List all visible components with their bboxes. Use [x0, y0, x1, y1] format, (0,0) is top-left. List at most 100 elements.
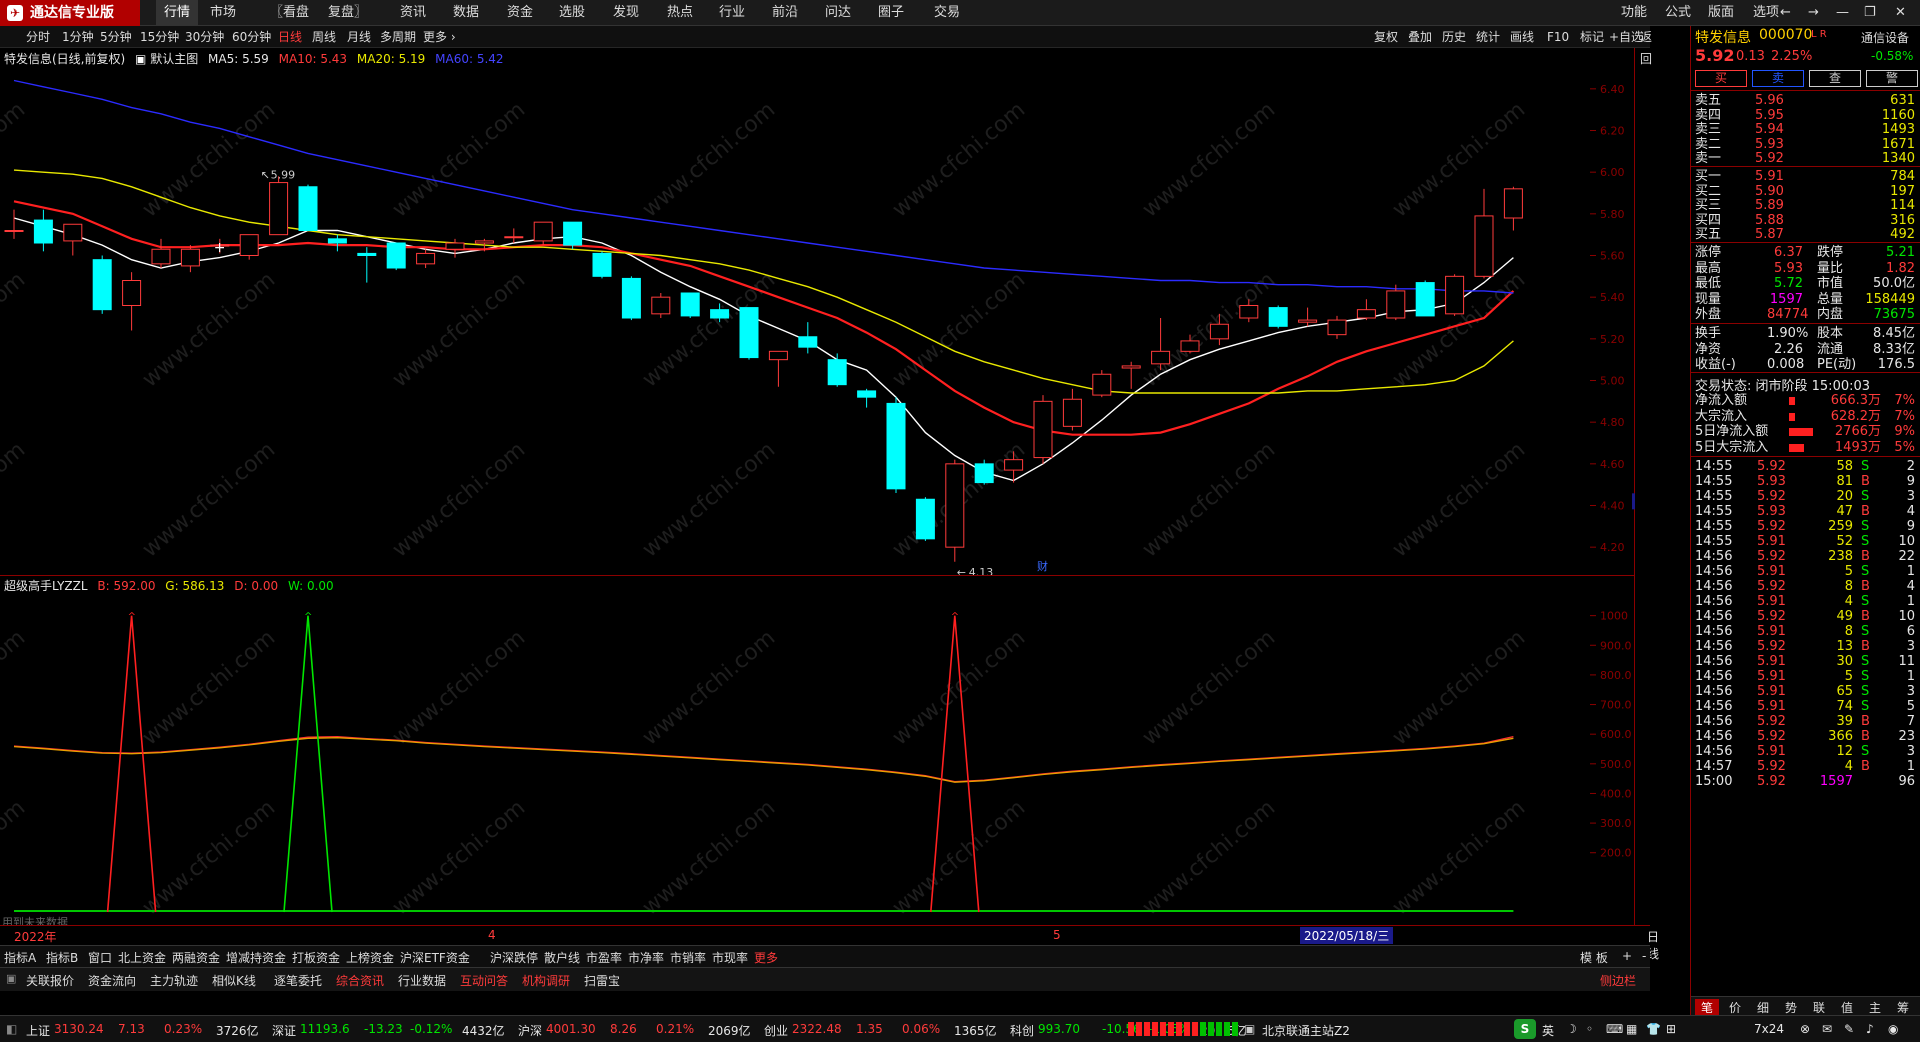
- period-10[interactable]: 更多 ›: [423, 26, 456, 48]
- action-button-3[interactable]: 警: [1866, 70, 1918, 87]
- indicator-chart[interactable]: www.cfchi.com www.cfchi.com www.cfchi.com w…: [0, 455, 1635, 1042]
- indicator-tab-right-1[interactable]: +: [1622, 949, 1632, 963]
- quote-tab-7[interactable]: 筹: [1891, 999, 1915, 1016]
- sidebar-toggle[interactable]: 侧边栏: [1600, 972, 1636, 989]
- indicator-tab-3[interactable]: 北上资金: [118, 949, 166, 966]
- indicator-tab-1[interactable]: 指标B: [46, 949, 78, 966]
- menu-6[interactable]: 资金: [507, 0, 533, 26]
- edit-icon[interactable]: ✎: [1844, 1022, 1854, 1036]
- quote-tab-0[interactable]: 笔: [1695, 999, 1719, 1016]
- indicator-tab-9[interactable]: 沪深跌停: [490, 949, 538, 966]
- menu-13[interactable]: 圈子: [878, 0, 904, 26]
- indicator-tab-10[interactable]: 散户线: [544, 949, 580, 966]
- keyboard-icon[interactable]: ⌨: [1606, 1022, 1623, 1036]
- period-9[interactable]: 多周期: [380, 26, 416, 48]
- panel-toggle-icon[interactable]: ▣: [6, 972, 16, 985]
- indicator-tab-0[interactable]: 指标A: [4, 949, 36, 966]
- info-tab-0[interactable]: 关联报价: [26, 972, 74, 989]
- tool-8[interactable]: 返回: [1640, 26, 1652, 66]
- menu-5[interactable]: 数据: [453, 0, 479, 26]
- main-kline-chart[interactable]: www.cfchi.com www.cfchi.com www.cfchi.com w…: [0, 0, 1666, 733]
- tool-1[interactable]: 叠加: [1408, 26, 1432, 48]
- sound-icon[interactable]: ♪: [1866, 1022, 1874, 1036]
- action-button-2[interactable]: 查: [1809, 70, 1861, 87]
- indicator-tab-7[interactable]: 上榜资金: [346, 949, 394, 966]
- tool-0[interactable]: 复权: [1374, 26, 1398, 48]
- restore-icon[interactable]: ❐: [1864, 0, 1876, 26]
- tool-3[interactable]: 统计: [1476, 26, 1500, 48]
- info-tab-9[interactable]: 扫雷宝: [584, 972, 620, 989]
- indicator-tab-13[interactable]: 市销率: [670, 949, 706, 966]
- menu-0[interactable]: 行情: [156, 0, 199, 26]
- tool-2[interactable]: 历史: [1442, 26, 1466, 48]
- menu-2[interactable]: 〖看盘: [270, 0, 309, 26]
- status-toggle-icon[interactable]: ◧: [6, 1022, 17, 1036]
- indicator-tab-8[interactable]: 沪深ETF资金: [400, 949, 470, 966]
- indicator-tab-right-2[interactable]: -: [1642, 949, 1646, 963]
- quote-tab-5[interactable]: 值: [1835, 999, 1859, 1016]
- action-button-1[interactable]: 卖: [1752, 70, 1804, 87]
- index-name[interactable]: 创业: [764, 1022, 788, 1039]
- minimize-icon[interactable]: —: [1836, 0, 1849, 26]
- period-2[interactable]: 5分钟: [100, 26, 132, 48]
- indicator-tab-12[interactable]: 市净率: [628, 949, 664, 966]
- quote-tab-4[interactable]: 联: [1807, 999, 1831, 1016]
- period-1[interactable]: 1分钟: [62, 26, 94, 48]
- index-name[interactable]: 深证: [272, 1022, 296, 1039]
- punct-icon[interactable]: ◦: [1586, 1022, 1593, 1036]
- action-button-0[interactable]: 买: [1695, 70, 1747, 87]
- ime-lang[interactable]: 英: [1542, 1022, 1554, 1039]
- quote-tab-2[interactable]: 细: [1751, 999, 1775, 1016]
- forward-icon[interactable]: →: [1808, 0, 1819, 26]
- indicator-tab-15[interactable]: 更多: [754, 949, 778, 966]
- index-name[interactable]: 上证: [26, 1022, 50, 1039]
- info-tab-4[interactable]: 逐笔委托: [274, 972, 322, 989]
- info-tab-8[interactable]: 机构调研: [522, 972, 570, 989]
- period-5[interactable]: 60分钟: [232, 26, 271, 48]
- indicator-tab-6[interactable]: 打板资金: [292, 949, 340, 966]
- menu-12[interactable]: 问达: [825, 0, 851, 26]
- tool-4[interactable]: 画线: [1510, 26, 1534, 48]
- indicator-tab-14[interactable]: 市现率: [712, 949, 748, 966]
- info-tab-3[interactable]: 相似K线: [212, 972, 256, 989]
- quote-tab-6[interactable]: 主: [1863, 999, 1887, 1016]
- indicator-tab-5[interactable]: 增减持资金: [226, 949, 286, 966]
- right-menu-3[interactable]: 选项: [1753, 0, 1779, 26]
- index-name[interactable]: 沪深: [518, 1022, 542, 1039]
- period-7[interactable]: 周线: [312, 26, 336, 48]
- period-4[interactable]: 30分钟: [185, 26, 224, 48]
- menu-8[interactable]: 发现: [613, 0, 639, 26]
- menu-1[interactable]: 市场: [210, 0, 236, 26]
- link-icon[interactable]: ◉: [1888, 1022, 1898, 1036]
- right-menu-0[interactable]: 功能: [1621, 0, 1647, 26]
- period-8[interactable]: 月线: [347, 26, 371, 48]
- info-tab-2[interactable]: 主力轨迹: [150, 972, 198, 989]
- menu-7[interactable]: 选股: [559, 0, 585, 26]
- right-menu-1[interactable]: 公式: [1665, 0, 1691, 26]
- info-tab-1[interactable]: 资金流向: [88, 972, 136, 989]
- finance-marker[interactable]: 财: [1037, 559, 1048, 573]
- period-6[interactable]: 日线: [278, 26, 302, 48]
- back-icon[interactable]: ←: [1780, 0, 1791, 26]
- info-tab-5[interactable]: 综合资讯: [336, 972, 384, 989]
- indicator-tab-4[interactable]: 两融资金: [172, 949, 220, 966]
- menu-3[interactable]: 复盘〗: [328, 0, 367, 26]
- close-icon[interactable]: ✕: [1895, 0, 1906, 26]
- quote-tab-1[interactable]: 价: [1723, 999, 1747, 1016]
- grid-icon[interactable]: ▦: [1626, 1022, 1637, 1036]
- info-tab-6[interactable]: 行业数据: [398, 972, 446, 989]
- tool-6[interactable]: 标记: [1580, 26, 1604, 48]
- moon-icon[interactable]: ☽: [1566, 1022, 1577, 1036]
- menu-10[interactable]: 行业: [719, 0, 745, 26]
- index-name[interactable]: 科创: [1010, 1022, 1034, 1039]
- period-0[interactable]: 分时: [26, 26, 50, 48]
- tool-7[interactable]: +自选: [1609, 26, 1643, 48]
- tool-5[interactable]: F10: [1547, 26, 1569, 48]
- menu-11[interactable]: 前沿: [772, 0, 798, 26]
- indicator-tab-11[interactable]: 市盈率: [586, 949, 622, 966]
- news-clock[interactable]: 7x24: [1754, 1022, 1784, 1036]
- industry-label[interactable]: 通信设备: [1861, 29, 1909, 46]
- mail-icon[interactable]: ✉: [1822, 1022, 1832, 1036]
- info-tab-7[interactable]: 互动问答: [460, 972, 508, 989]
- indicator-tab-2[interactable]: 窗口: [88, 949, 112, 966]
